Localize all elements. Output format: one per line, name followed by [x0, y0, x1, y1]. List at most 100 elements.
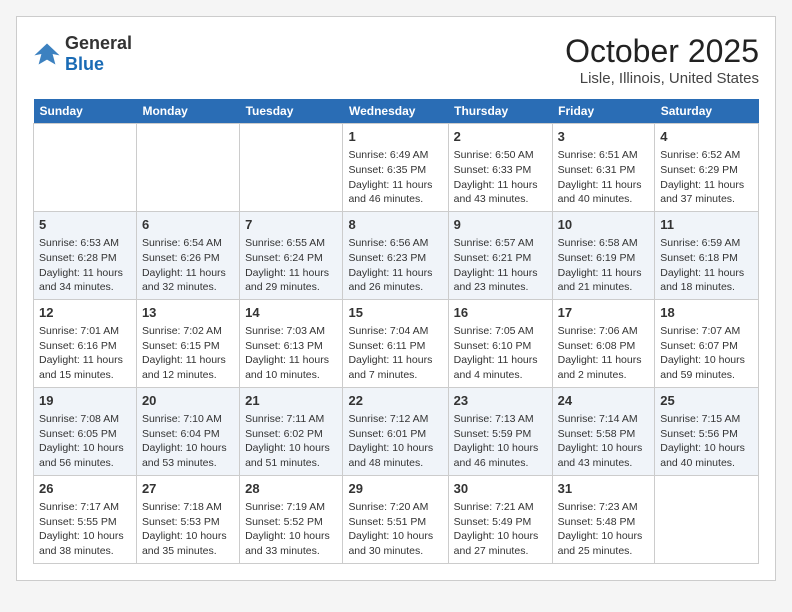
month-title: October 2025	[565, 33, 759, 70]
calendar-cell: 19 Sunrise: 7:08 AM Sunset: 6:05 PM Dayli…	[34, 387, 137, 475]
title-block: October 2025 Lisle, Illinois, United Sta…	[565, 33, 759, 87]
day-number: 3	[558, 128, 650, 146]
day-info: Sunrise: 6:57 AM Sunset: 6:21 PM Dayligh…	[454, 236, 547, 295]
day-info: Sunrise: 7:11 AM Sunset: 6:02 PM Dayligh…	[245, 412, 337, 471]
weekday-header-saturday: Saturday	[655, 99, 759, 124]
day-info: Sunrise: 6:53 AM Sunset: 6:28 PM Dayligh…	[39, 236, 131, 295]
calendar-cell: 30 Sunrise: 7:21 AM Sunset: 5:49 PM Dayli…	[448, 475, 552, 563]
calendar-cell: 4Sunrise: 6:52 AM Sunset: 6:29 PM Daylig…	[655, 124, 759, 212]
calendar-cell: 28 Sunrise: 7:19 AM Sunset: 5:52 PM Dayli…	[240, 475, 343, 563]
day-number: 8	[348, 216, 442, 234]
calendar-cell: 3 Sunrise: 6:51 AM Sunset: 6:31 PM Daylig…	[552, 124, 655, 212]
day-number: 6	[142, 216, 234, 234]
day-number: 13	[142, 304, 234, 322]
day-info: Sunrise: 7:21 AM Sunset: 5:49 PM Dayligh…	[454, 500, 547, 559]
day-number: 15	[348, 304, 442, 322]
calendar-cell	[34, 124, 137, 212]
weekday-header-sunday: Sunday	[34, 99, 137, 124]
calendar-cell: 14 Sunrise: 7:03 AM Sunset: 6:13 PM Dayli…	[240, 299, 343, 387]
calendar-cell: 25 Sunrise: 7:15 AM Sunset: 5:56 PM Dayli…	[655, 387, 759, 475]
calendar-cell: 6Sunrise: 6:54 AM Sunset: 6:26 PM Daylig…	[136, 211, 239, 299]
day-info: Sunrise: 7:10 AM Sunset: 6:04 PM Dayligh…	[142, 412, 234, 471]
calendar-cell: 20Sunrise: 7:10 AM Sunset: 6:04 PM Dayli…	[136, 387, 239, 475]
weekday-header-tuesday: Tuesday	[240, 99, 343, 124]
day-info: Sunrise: 6:51 AM Sunset: 6:31 PM Dayligh…	[558, 148, 650, 207]
day-number: 19	[39, 392, 131, 410]
calendar-cell: 10 Sunrise: 6:58 AM Sunset: 6:19 PM Dayli…	[552, 211, 655, 299]
day-info: Sunrise: 6:58 AM Sunset: 6:19 PM Dayligh…	[558, 236, 650, 295]
day-info: Sunrise: 7:15 AM Sunset: 5:56 PM Dayligh…	[660, 412, 753, 471]
day-number: 30	[454, 480, 547, 498]
day-number: 28	[245, 480, 337, 498]
day-info: Sunrise: 7:07 AM Sunset: 6:07 PM Dayligh…	[660, 324, 753, 383]
calendar-cell: 26 Sunrise: 7:17 AM Sunset: 5:55 PM Dayli…	[34, 475, 137, 563]
day-info: Sunrise: 6:50 AM Sunset: 6:33 PM Dayligh…	[454, 148, 547, 207]
day-number: 24	[558, 392, 650, 410]
calendar-cell: 1 Sunrise: 6:49 AM Sunset: 6:35 PM Daylig…	[343, 124, 448, 212]
day-info: Sunrise: 7:01 AM Sunset: 6:16 PM Dayligh…	[39, 324, 131, 383]
weekday-header-row: SundayMondayTuesdayWednesdayThursdayFrid…	[34, 99, 759, 124]
calendar-cell: 17 Sunrise: 7:06 AM Sunset: 6:08 PM Dayli…	[552, 299, 655, 387]
calendar-cell	[240, 124, 343, 212]
day-number: 2	[454, 128, 547, 146]
calendar-week-row: 26 Sunrise: 7:17 AM Sunset: 5:55 PM Dayli…	[34, 475, 759, 563]
day-info: Sunrise: 7:18 AM Sunset: 5:53 PM Dayligh…	[142, 500, 234, 559]
day-info: Sunrise: 7:14 AM Sunset: 5:58 PM Dayligh…	[558, 412, 650, 471]
calendar-cell: 11 Sunrise: 6:59 AM Sunset: 6:18 PM Dayli…	[655, 211, 759, 299]
day-number: 18	[660, 304, 753, 322]
calendar-week-row: 12 Sunrise: 7:01 AM Sunset: 6:16 PM Dayli…	[34, 299, 759, 387]
day-number: 27	[142, 480, 234, 498]
logo-general-text: General	[65, 33, 132, 53]
day-number: 7	[245, 216, 337, 234]
day-info: Sunrise: 7:02 AM Sunset: 6:15 PM Dayligh…	[142, 324, 234, 383]
day-info: Sunrise: 7:08 AM Sunset: 6:05 PM Dayligh…	[39, 412, 131, 471]
day-number: 25	[660, 392, 753, 410]
calendar-cell: 8 Sunrise: 6:56 AM Sunset: 6:23 PM Daylig…	[343, 211, 448, 299]
calendar-cell: 31 Sunrise: 7:23 AM Sunset: 5:48 PM Dayli…	[552, 475, 655, 563]
calendar-cell: 2 Sunrise: 6:50 AM Sunset: 6:33 PM Daylig…	[448, 124, 552, 212]
weekday-header-wednesday: Wednesday	[343, 99, 448, 124]
calendar-cell: 24 Sunrise: 7:14 AM Sunset: 5:58 PM Dayli…	[552, 387, 655, 475]
calendar-cell	[655, 475, 759, 563]
calendar-cell: 18 Sunrise: 7:07 AM Sunset: 6:07 PM Dayli…	[655, 299, 759, 387]
calendar-cell: 5 Sunrise: 6:53 AM Sunset: 6:28 PM Daylig…	[34, 211, 137, 299]
day-number: 12	[39, 304, 131, 322]
calendar-header: General Blue October 2025 Lisle, Illinoi…	[33, 33, 759, 87]
calendar-cell: 21 Sunrise: 7:11 AM Sunset: 6:02 PM Dayli…	[240, 387, 343, 475]
day-info: Sunrise: 7:17 AM Sunset: 5:55 PM Dayligh…	[39, 500, 131, 559]
calendar-container: General Blue October 2025 Lisle, Illinoi…	[16, 16, 776, 581]
calendar-cell: 9 Sunrise: 6:57 AM Sunset: 6:21 PM Daylig…	[448, 211, 552, 299]
day-number: 31	[558, 480, 650, 498]
day-number: 11	[660, 216, 753, 234]
day-number: 10	[558, 216, 650, 234]
weekday-header-monday: Monday	[136, 99, 239, 124]
day-number: 1	[348, 128, 442, 146]
calendar-cell: 29 Sunrise: 7:20 AM Sunset: 5:51 PM Dayli…	[343, 475, 448, 563]
day-info: Sunrise: 7:19 AM Sunset: 5:52 PM Dayligh…	[245, 500, 337, 559]
day-info: Sunrise: 7:20 AM Sunset: 5:51 PM Dayligh…	[348, 500, 442, 559]
calendar-week-row: 19 Sunrise: 7:08 AM Sunset: 6:05 PM Dayli…	[34, 387, 759, 475]
day-info: Sunrise: 6:56 AM Sunset: 6:23 PM Dayligh…	[348, 236, 442, 295]
day-number: 26	[39, 480, 131, 498]
day-number: 5	[39, 216, 131, 234]
day-info: Sunrise: 6:49 AM Sunset: 6:35 PM Dayligh…	[348, 148, 442, 207]
day-info: Sunrise: 7:05 AM Sunset: 6:10 PM Dayligh…	[454, 324, 547, 383]
day-info: Sunrise: 7:03 AM Sunset: 6:13 PM Dayligh…	[245, 324, 337, 383]
day-number: 9	[454, 216, 547, 234]
calendar-cell: 12 Sunrise: 7:01 AM Sunset: 6:16 PM Dayli…	[34, 299, 137, 387]
day-info: Sunrise: 6:59 AM Sunset: 6:18 PM Dayligh…	[660, 236, 753, 295]
location-text: Lisle, Illinois, United States	[565, 70, 759, 87]
calendar-cell: 23Sunrise: 7:13 AM Sunset: 5:59 PM Dayli…	[448, 387, 552, 475]
day-number: 21	[245, 392, 337, 410]
day-number: 17	[558, 304, 650, 322]
day-number: 29	[348, 480, 442, 498]
day-info: Sunrise: 7:06 AM Sunset: 6:08 PM Dayligh…	[558, 324, 650, 383]
day-number: 22	[348, 392, 442, 410]
calendar-table: SundayMondayTuesdayWednesdayThursdayFrid…	[33, 99, 759, 564]
logo: General Blue	[33, 33, 132, 75]
day-number: 14	[245, 304, 337, 322]
day-number: 4	[660, 128, 753, 146]
calendar-cell	[136, 124, 239, 212]
day-info: Sunrise: 7:23 AM Sunset: 5:48 PM Dayligh…	[558, 500, 650, 559]
calendar-cell: 15Sunrise: 7:04 AM Sunset: 6:11 PM Dayli…	[343, 299, 448, 387]
